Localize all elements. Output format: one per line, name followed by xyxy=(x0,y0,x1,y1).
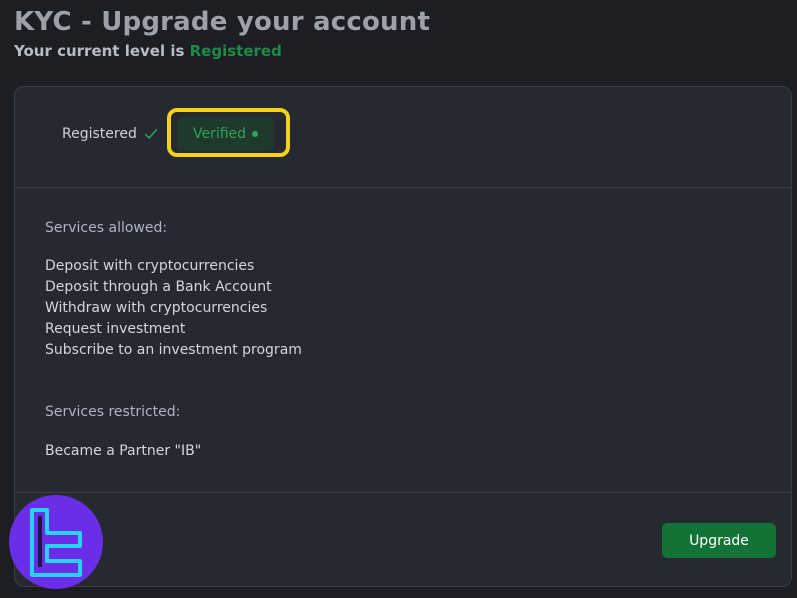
step-registered: Registered xyxy=(62,126,158,142)
service-allowed-item: Withdraw with cryptocurrencies xyxy=(45,300,268,316)
services-allowed-heading: Services allowed: xyxy=(45,220,168,236)
services-restricted-heading: Services restricted: xyxy=(45,404,181,420)
step-registered-label: Registered xyxy=(62,126,137,142)
highlight-annotation-box xyxy=(167,108,290,157)
services-allowed-list: Deposit with cryptocurrencies Deposit th… xyxy=(45,256,302,361)
page-title: KYC - Upgrade your account xyxy=(14,7,431,37)
logo-mark-icon xyxy=(30,508,82,577)
service-restricted-item: Became a Partner "IB" xyxy=(45,443,202,459)
services-restricted-list: Became a Partner "IB" xyxy=(45,441,201,462)
tradingfinder-logo-icon xyxy=(9,495,103,589)
current-level-text: Your current level is Registered xyxy=(14,42,282,60)
kyc-level-steps: Registered Verified xyxy=(15,87,791,188)
service-allowed-item: Subscribe to an investment program xyxy=(45,342,302,358)
current-level-prefix: Your current level is xyxy=(14,42,190,60)
service-allowed-item: Request investment xyxy=(45,321,186,337)
service-allowed-item: Deposit through a Bank Account xyxy=(45,279,272,295)
service-allowed-item: Deposit with cryptocurrencies xyxy=(45,258,255,274)
kyc-card: Registered Verified Services allowed: De… xyxy=(14,86,792,587)
check-icon xyxy=(144,129,158,139)
footer-divider xyxy=(15,492,791,493)
current-level-value: Registered xyxy=(189,42,282,60)
upgrade-button[interactable]: Upgrade xyxy=(662,523,776,558)
